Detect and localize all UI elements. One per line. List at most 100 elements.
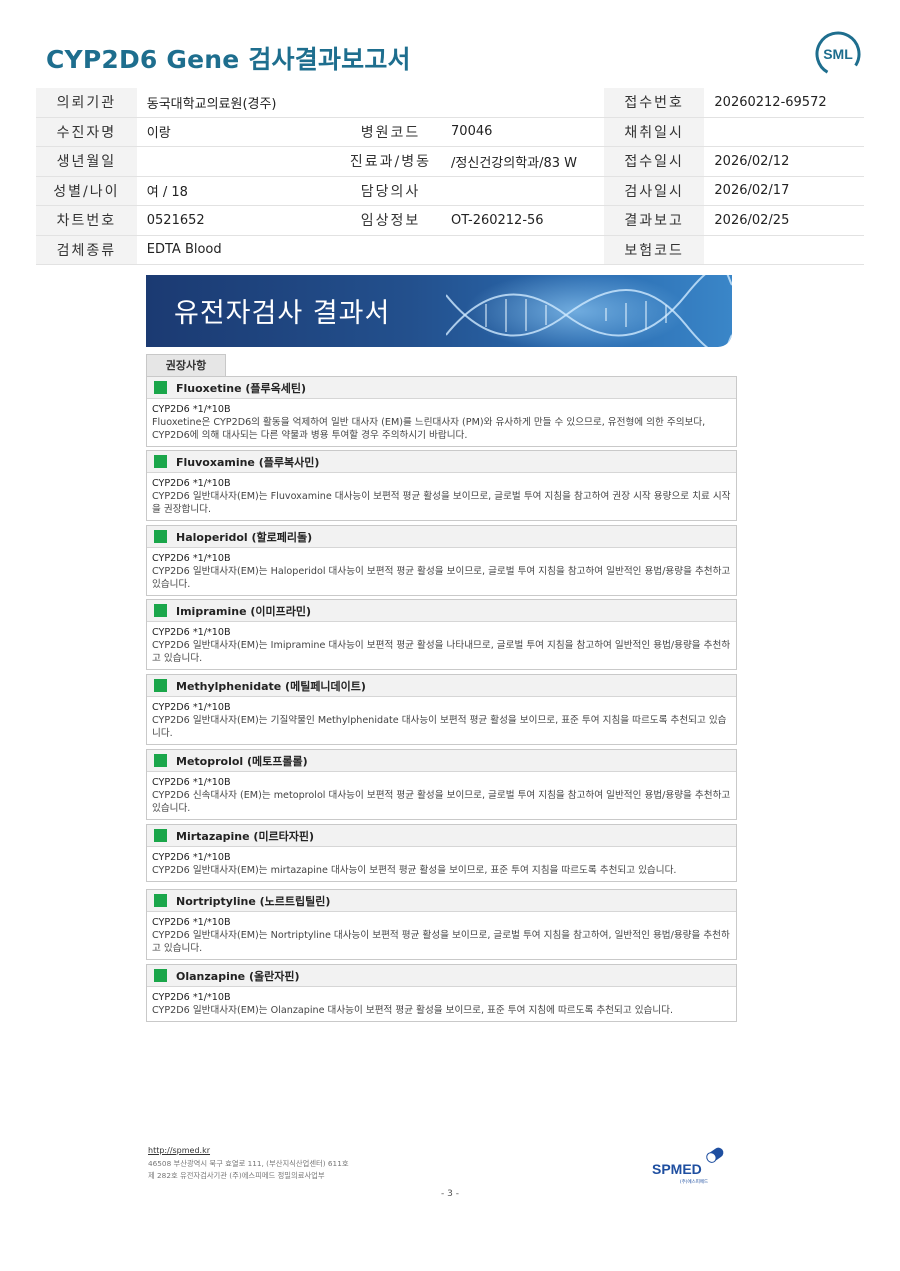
drug-card-body: CYP2D6 *1/*10B CYP2D6 일반대사자(EM)는 Olanzapi… <box>147 987 736 1021</box>
info-value-v1: EDTA Blood <box>136 235 340 265</box>
info-label-l3: 보험코드 <box>603 235 705 265</box>
drug-card-header: Olanzapine (올란자핀) <box>147 965 736 987</box>
drug-genotype: CYP2D6 *1/*10B <box>152 553 231 564</box>
drug-card-header: Metoprolol (메토프롤롤) <box>147 750 736 772</box>
info-value-v1: 여 / 18 <box>136 176 340 206</box>
info-value-v1: 동국대학교의료원(경주) <box>136 88 340 118</box>
info-value-v2: /정신건강의학과/83 W <box>441 146 604 177</box>
dna-helix-icon <box>446 275 732 347</box>
drug-recommendation-text: CYP2D6 일반대사자(EM)는 Olanzapine 대사능이 보편적 평균… <box>152 1005 674 1016</box>
drug-genotype: CYP2D6 *1/*10B <box>152 917 231 928</box>
drug-card-body: CYP2D6 *1/*10B CYP2D6 일반대사자(EM)는 Haloperi… <box>147 548 736 595</box>
info-label-l2 <box>339 88 442 118</box>
drug-name: Olanzapine (올란자핀) <box>176 970 300 983</box>
status-square-icon <box>154 969 167 982</box>
sml-logo: SML <box>815 31 861 77</box>
info-value-v3 <box>704 117 864 147</box>
drug-name: Haloperidol (할로페리돌) <box>176 531 313 544</box>
status-square-icon <box>154 604 167 617</box>
drug-recommendation-text: CYP2D6 일반대사자(EM)는 Haloperidol 대사능이 보편적 평… <box>152 566 731 590</box>
info-label-l3: 채취일시 <box>603 117 705 147</box>
drug-name: Methylphenidate (메틸페니데이트) <box>176 680 366 693</box>
spmed-logo-sub: (주)에스피메드 <box>680 1178 708 1185</box>
info-value-v1 <box>136 146 340 177</box>
info-value-v3: 2026/02/17 <box>704 176 864 206</box>
info-label-l2: 임상정보 <box>339 205 442 236</box>
drug-genotype: CYP2D6 *1/*10B <box>152 992 231 1003</box>
sml-logo-text: SML <box>823 46 853 62</box>
drug-name: Nortriptyline (노르트립틸린) <box>176 895 331 908</box>
drug-recommendation-text: CYP2D6 일반대사자(EM)는 Nortriptyline 대사능이 보편적… <box>152 930 730 954</box>
info-row: 생년월일 진료과/병동/정신건강의학과/83 W 접수일시 2026/02/12 <box>36 146 864 177</box>
info-value-v2 <box>441 235 604 265</box>
info-value-v1: 이랑 <box>136 117 340 147</box>
drug-card: Olanzapine (올란자핀) CYP2D6 *1/*10B CYP2D6 일반… <box>146 964 737 1022</box>
status-square-icon <box>154 530 167 543</box>
info-label-l2 <box>339 235 442 265</box>
drug-card: Fluoxetine (플루옥세틴) CYP2D6 *1/*10B Fluoxeti… <box>146 376 737 447</box>
info-value-v3: 2026/02/12 <box>704 146 864 177</box>
drug-card-header: Fluoxetine (플루옥세틴) <box>147 377 736 399</box>
drug-card-body: CYP2D6 *1/*10B CYP2D6 일반대사자(EM)는 Fluvoxam… <box>147 473 736 520</box>
drug-recommendation-text: CYP2D6 일반대사자(EM)는 기질약물인 Methylphenidate … <box>152 715 727 739</box>
drug-card-header: Mirtazapine (미르타자핀) <box>147 825 736 847</box>
drug-name: Mirtazapine (미르타자핀) <box>176 830 315 843</box>
info-value-v2: OT-260212-56 <box>441 205 604 236</box>
info-label-l3: 결과보고 <box>603 205 705 236</box>
info-value-v3: 20260212-69572 <box>704 88 864 118</box>
info-value-v2 <box>441 88 604 118</box>
drug-card: Imipramine (이미프라민) CYP2D6 *1/*10B CYP2D6 일… <box>146 599 737 670</box>
info-value-v2 <box>441 176 604 206</box>
drug-genotype: CYP2D6 *1/*10B <box>152 702 231 713</box>
status-square-icon <box>154 455 167 468</box>
info-label-l3: 검사일시 <box>603 176 705 206</box>
status-square-icon <box>154 894 167 907</box>
drug-card-header: Haloperidol (할로페리돌) <box>147 526 736 548</box>
spmed-logo: SPMED (주)에스피메드 <box>652 1147 724 1185</box>
drug-name: Metoprolol (메토프롤롤) <box>176 755 308 768</box>
drug-card-body: CYP2D6 *1/*10B CYP2D6 일반대사자(EM)는 Imiprami… <box>147 622 736 669</box>
spmed-logo-text: SPMED <box>652 1161 702 1177</box>
drug-name: Fluoxetine (플루옥세틴) <box>176 382 307 395</box>
recommendations-tab: 권장사항 <box>146 354 226 376</box>
info-label-l1: 생년월일 <box>36 146 137 177</box>
info-label-l1: 성별/나이 <box>36 176 137 206</box>
info-label-l1: 차트번호 <box>36 205 137 236</box>
footer-link[interactable]: http://spmed.kr <box>148 1146 210 1155</box>
drug-card: Nortriptyline (노르트립틸린) CYP2D6 *1/*10B CYP2… <box>146 889 737 960</box>
drug-genotype: CYP2D6 *1/*10B <box>152 404 231 415</box>
banner-title: 유전자검사 결과서 <box>174 298 391 329</box>
footer-address-line: 46508 부산광역시 북구 효열로 111, (부산지식산업센터) 611호 <box>148 1159 349 1168</box>
drug-card-body: CYP2D6 *1/*10B CYP2D6 일반대사자(EM)는 Nortript… <box>147 912 736 959</box>
info-row: 검체종류 EDTA Blood 보험코드 <box>36 235 864 265</box>
info-label-l2: 병원코드 <box>339 117 442 147</box>
info-label-l1: 의뢰기관 <box>36 88 137 118</box>
drug-card: Mirtazapine (미르타자핀) CYP2D6 *1/*10B CYP2D6 … <box>146 824 737 882</box>
drug-genotype: CYP2D6 *1/*10B <box>152 852 231 863</box>
drug-card-body: CYP2D6 *1/*10B CYP2D6 신속대사자 (EM)는 metopro… <box>147 772 736 819</box>
info-label-l3: 접수일시 <box>603 146 705 177</box>
drug-card: Methylphenidate (메틸페니데이트) CYP2D6 *1/*10B C… <box>146 674 737 745</box>
drug-genotype: CYP2D6 *1/*10B <box>152 777 231 788</box>
drug-card-header: Methylphenidate (메틸페니데이트) <box>147 675 736 697</box>
drug-card: Haloperidol (할로페리돌) CYP2D6 *1/*10B CYP2D6 … <box>146 525 737 596</box>
page-number: - 3 - <box>441 1189 459 1199</box>
drug-card: Fluvoxamine (플루복사민) CYP2D6 *1/*10B CYP2D6 … <box>146 450 737 521</box>
page-title: CYP2D6 Gene 검사결과보고서 <box>46 45 411 74</box>
info-label-l2: 진료과/병동 <box>339 146 442 177</box>
footer-license-line: 제 282호 유전자검사기관 (주)에스피메드 정밀의료사업부 <box>148 1171 325 1180</box>
info-value-v3 <box>704 235 864 265</box>
patient-info-table: 의뢰기관 동국대학교의료원(경주) 접수번호 20260212-69572 수진자명 이랑… <box>36 88 864 265</box>
info-label-l1: 검체종류 <box>36 235 137 265</box>
drug-recommendation-text: CYP2D6 일반대사자(EM)는 mirtazapine 대사능이 보편적 평… <box>152 865 677 876</box>
footer-address: 46508 부산광역시 북구 효열로 111, (부산지식산업센터) 611호 … <box>148 1158 349 1182</box>
drug-card-header: Imipramine (이미프라민) <box>147 600 736 622</box>
drug-card: Metoprolol (메토프롤롤) CYP2D6 *1/*10B CYP2D6 신… <box>146 749 737 820</box>
info-row: 의뢰기관 동국대학교의료원(경주) 접수번호 20260212-69572 <box>36 88 864 118</box>
info-value-v3: 2026/02/25 <box>704 205 864 236</box>
drug-card-body: CYP2D6 *1/*10B CYP2D6 일반대사자(EM)는 기질약물인 Me… <box>147 697 736 744</box>
result-banner: 유전자검사 결과서 <box>146 275 732 347</box>
info-label-l1: 수진자명 <box>36 117 137 147</box>
info-row: 차트번호 0521652 임상정보 OT-260212-56 결과보고 2026/02/2… <box>36 205 864 236</box>
status-square-icon <box>154 381 167 394</box>
